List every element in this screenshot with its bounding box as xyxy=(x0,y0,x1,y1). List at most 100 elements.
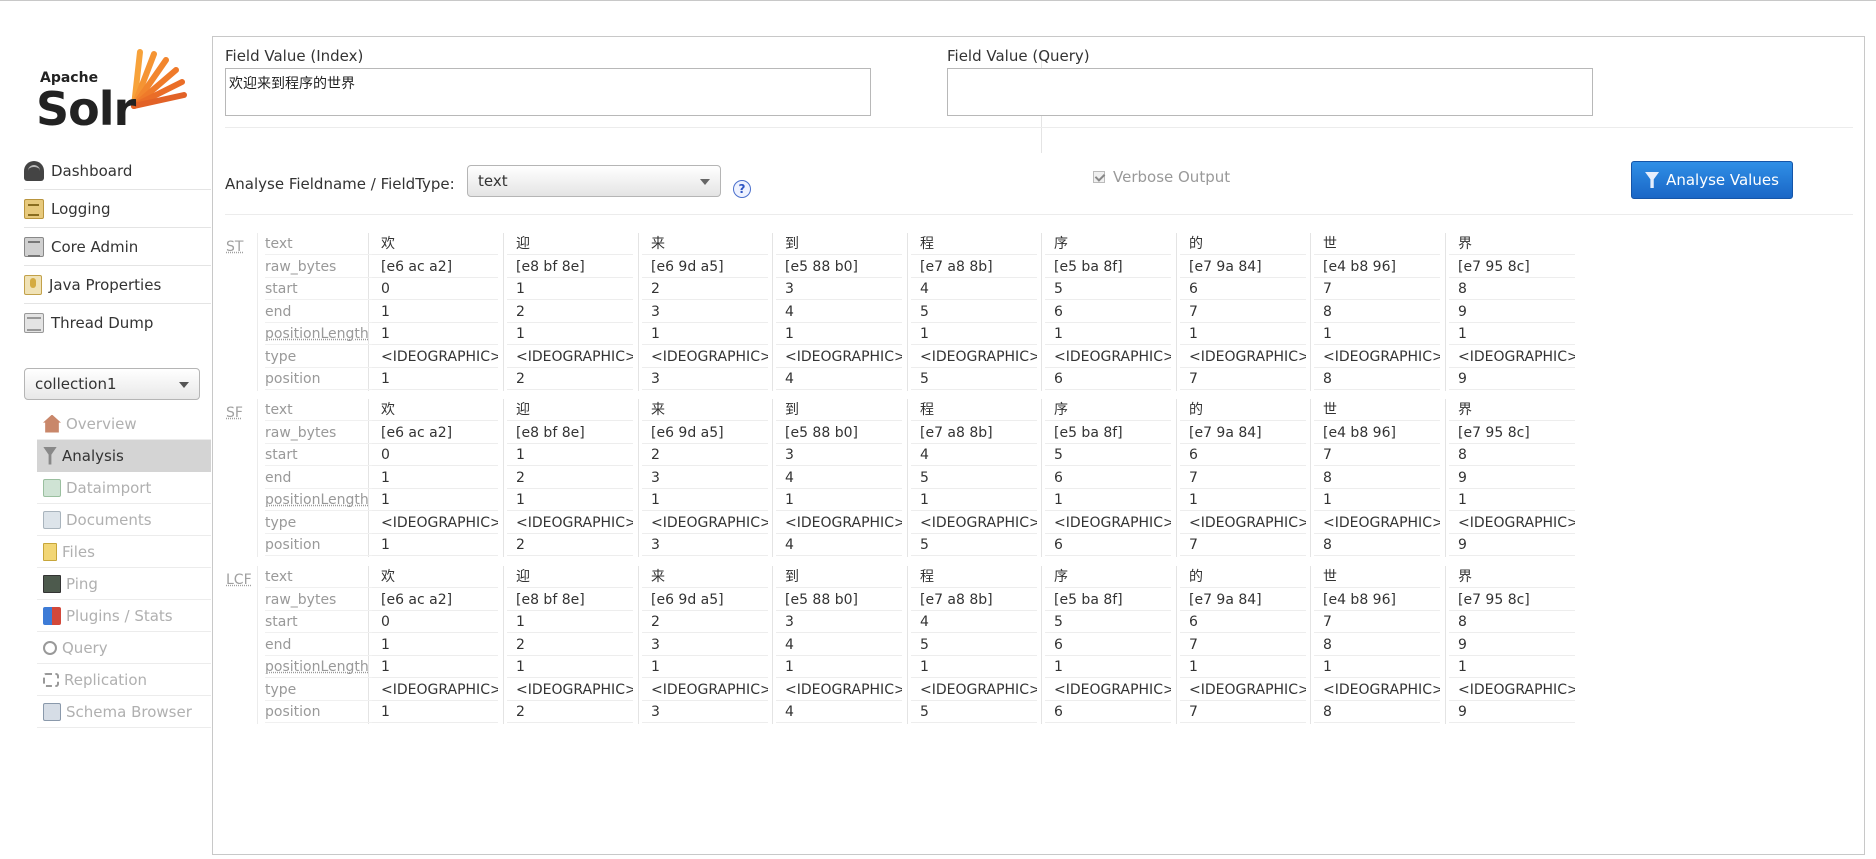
core-nav-label: Ping xyxy=(66,574,98,593)
analysis-panel: Field Value (Index) 欢迎来到程序的世界 Field Valu… xyxy=(212,36,1865,855)
attribute-label: position xyxy=(265,368,373,390)
core-nav-plugins[interactable]: Plugins / Stats xyxy=(37,600,211,632)
token-cell: 7 xyxy=(1180,301,1306,323)
core-nav-query[interactable]: Query xyxy=(37,632,211,664)
token-cell: 0 xyxy=(372,444,498,466)
core-nav-dataimport[interactable]: Dataimport xyxy=(37,472,211,504)
nav-java-properties[interactable]: Java Properties xyxy=(24,266,211,304)
token-cell: [e7 95 8c] xyxy=(1449,589,1575,611)
token-attribute-row: start 0 1 2 3 4 5 6 7 8 xyxy=(213,278,1866,300)
solr-sunburst-icon xyxy=(131,49,187,109)
token-cell: 1 xyxy=(372,467,498,489)
token-cell: [e5 ba 8f] xyxy=(1045,256,1171,278)
attribute-label: end xyxy=(265,467,373,489)
core-nav-label: Overview xyxy=(66,414,137,433)
core-nav-label: Replication xyxy=(64,670,148,689)
token-cell: 2 xyxy=(642,278,768,300)
token-cell: 6 xyxy=(1045,467,1171,489)
token-cell: 欢 xyxy=(372,399,498,421)
token-cell: <IDEOGRAPHIC> xyxy=(1449,679,1575,701)
analyse-values-button[interactable]: Analyse Values xyxy=(1631,161,1793,199)
thread-dump-icon xyxy=(24,313,44,333)
token-cell: 1 xyxy=(776,323,902,345)
logo-solr-text: Solr xyxy=(36,82,136,136)
token-cell: <IDEOGRAPHIC> xyxy=(911,346,1037,368)
verbose-output-checkbox[interactable]: Verbose Output xyxy=(1093,168,1230,186)
core-nav-overview[interactable]: Overview xyxy=(37,408,211,440)
token-attribute-row: positionLength 1 1 1 1 1 1 1 1 1 xyxy=(213,656,1866,678)
token-cell: 9 xyxy=(1449,634,1575,656)
token-cell: <IDEOGRAPHIC> xyxy=(1314,346,1440,368)
core-nav-analysis[interactable]: Analysis xyxy=(37,440,211,472)
index-field-value[interactable]: 欢迎来到程序的世界 xyxy=(225,68,871,116)
checkbox-checked-icon xyxy=(1093,171,1105,183)
core-nav-ping[interactable]: Ping xyxy=(37,568,211,600)
token-cell: [e4 b8 96] xyxy=(1314,589,1440,611)
token-cell: 3 xyxy=(642,301,768,323)
core-nav: Overview Analysis Dataimport Documents F… xyxy=(37,408,211,728)
token-cell: <IDEOGRAPHIC> xyxy=(507,679,633,701)
token-cell: 6 xyxy=(1045,701,1171,723)
dataimport-icon xyxy=(43,478,61,497)
token-attribute-row: text 欢迎来到程序的世界 xyxy=(213,399,1866,421)
token-attribute-row: raw_bytes [e6 ac a2] [e8 bf 8e] [e6 9d a5] [… xyxy=(213,422,1866,444)
token-cell: 7 xyxy=(1180,534,1306,556)
token-cell: 1 xyxy=(1449,656,1575,678)
token-cell: 世 xyxy=(1314,566,1440,588)
query-field-label: Field Value (Query) xyxy=(947,47,1090,65)
token-cell: [e8 bf 8e] xyxy=(507,256,633,278)
nav-thread-dump[interactable]: Thread Dump xyxy=(24,304,211,342)
attribute-label: start xyxy=(265,611,373,633)
help-icon[interactable]: ? xyxy=(733,180,751,198)
core-nav-schema-browser[interactable]: Schema Browser xyxy=(37,696,211,728)
attribute-label: raw_bytes xyxy=(265,589,373,611)
core-selector[interactable]: collection1 xyxy=(24,368,200,400)
token-cell: <IDEOGRAPHIC> xyxy=(1314,512,1440,534)
solr-logo[interactable]: Apache Solr xyxy=(24,36,211,136)
token-cell: 2 xyxy=(507,301,633,323)
token-cell: 1 xyxy=(1314,323,1440,345)
token-cell: <IDEOGRAPHIC> xyxy=(1449,512,1575,534)
attribute-label: type xyxy=(265,346,373,368)
token-cell: 4 xyxy=(911,611,1037,633)
nav-core-admin[interactable]: Core Admin xyxy=(24,228,211,266)
token-cell: 的 xyxy=(1180,233,1306,255)
token-cell: 3 xyxy=(642,634,768,656)
token-cell: [e5 88 b0] xyxy=(776,589,902,611)
attribute-label: text xyxy=(265,566,373,588)
nav-dashboard[interactable]: Dashboard xyxy=(24,152,211,190)
token-attribute-row: start 0 1 2 3 4 5 6 7 8 xyxy=(213,444,1866,466)
analyse-values-label: Analyse Values xyxy=(1666,171,1779,189)
token-cell: [e7 a8 8b] xyxy=(911,422,1037,444)
nav-logging[interactable]: Logging xyxy=(24,190,211,228)
token-cell: 3 xyxy=(642,467,768,489)
token-cell: 1 xyxy=(507,489,633,511)
core-nav-replication[interactable]: Replication xyxy=(37,664,211,696)
token-cell: 2 xyxy=(507,368,633,390)
token-cell: [e6 9d a5] xyxy=(642,422,768,444)
query-field-value[interactable] xyxy=(947,68,1593,116)
token-cell: 6 xyxy=(1045,534,1171,556)
attribute-label: position xyxy=(265,701,373,723)
fieldtype-select[interactable]: text xyxy=(467,165,721,197)
token-cell: 9 xyxy=(1449,301,1575,323)
token-cell: <IDEOGRAPHIC> xyxy=(372,679,498,701)
token-cell: <IDEOGRAPHIC> xyxy=(507,346,633,368)
attribute-label: text xyxy=(265,233,373,255)
token-cell: <IDEOGRAPHIC> xyxy=(1045,512,1171,534)
token-cell: 2 xyxy=(507,534,633,556)
core-nav-documents[interactable]: Documents xyxy=(37,504,211,536)
core-nav-files[interactable]: Files xyxy=(37,536,211,568)
token-cell: 1 xyxy=(911,656,1037,678)
token-cell: 8 xyxy=(1449,444,1575,466)
token-cell: 4 xyxy=(776,301,902,323)
attribute-label: type xyxy=(265,679,373,701)
token-cell: 1 xyxy=(911,489,1037,511)
token-cell: 4 xyxy=(776,534,902,556)
token-cell: 6 xyxy=(1045,301,1171,323)
funnel-icon xyxy=(1645,172,1660,188)
token-cell: <IDEOGRAPHIC> xyxy=(642,512,768,534)
token-cell: 来 xyxy=(642,233,768,255)
token-cell: 1 xyxy=(1180,323,1306,345)
token-cell: 8 xyxy=(1314,534,1440,556)
